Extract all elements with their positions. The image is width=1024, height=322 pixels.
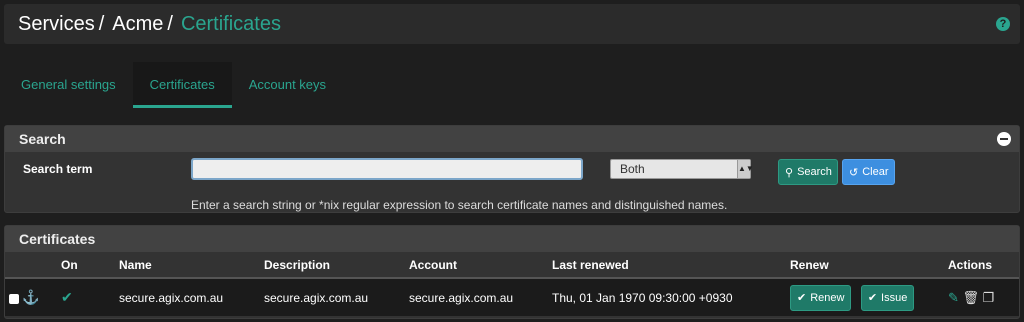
renew-button-label: Renew xyxy=(810,291,845,304)
cell-last-renewed: Thu, 01 Jan 1970 09:30:00 +0930 xyxy=(548,278,786,316)
search-icon: ⚲ xyxy=(785,166,794,179)
edit-icon[interactable]: ✎ xyxy=(948,290,959,305)
cell-name: secure.agix.com.au xyxy=(115,278,260,316)
col-account: Account xyxy=(405,252,548,279)
col-name: Name xyxy=(115,252,260,279)
col-renew: Renew xyxy=(786,252,944,279)
renew-button[interactable]: ✔ Renew xyxy=(790,284,852,311)
tab-account-keys[interactable]: Account keys xyxy=(232,62,343,108)
copy-icon[interactable]: ❐ xyxy=(983,290,995,305)
anchor-icon[interactable]: ⚓ xyxy=(22,289,39,305)
row-checkbox[interactable] xyxy=(9,293,19,304)
delete-icon[interactable]: 🗑 xyxy=(963,290,980,305)
col-actions: Actions xyxy=(944,252,1019,279)
breadcrumb-acme[interactable]: Acme xyxy=(112,13,163,36)
cell-account: secure.agix.com.au xyxy=(405,278,548,316)
breadcrumb: Services / Acme / Certificates ? xyxy=(4,4,1020,44)
search-panel-title: Search xyxy=(19,131,66,147)
tab-bar: General settings Certificates Account ke… xyxy=(4,62,343,108)
search-scope-select[interactable]: Both ▲▼ xyxy=(610,159,754,179)
clear-button-label: Clear xyxy=(862,166,889,178)
certificates-panel-title: Certificates xyxy=(19,231,96,247)
issue-button-label: Issue xyxy=(881,291,908,304)
search-button[interactable]: ⚲ Search xyxy=(778,159,838,185)
clear-button[interactable]: ↺ Clear xyxy=(842,159,895,185)
certificates-panel-heading: Certificates xyxy=(5,226,1019,252)
tab-general-settings[interactable]: General settings xyxy=(4,62,133,108)
certificates-table: On Name Description Account Last renewed… xyxy=(5,252,1019,316)
check-icon: ✔ xyxy=(867,292,878,304)
table-row: ⚓ ✔ secure.agix.com.au secure.agix.com.a… xyxy=(5,278,1019,316)
search-button-label: Search xyxy=(797,166,832,178)
search-input[interactable] xyxy=(191,158,583,180)
tab-certificates[interactable]: Certificates xyxy=(132,62,232,108)
check-icon: ✔ xyxy=(797,292,807,304)
help-icon[interactable]: ? xyxy=(996,17,1010,31)
search-help-text: Enter a search string or *nix regular ex… xyxy=(191,198,728,212)
col-description: Description xyxy=(260,252,405,279)
cell-description: secure.agix.com.au xyxy=(260,278,405,316)
breadcrumb-services[interactable]: Services xyxy=(18,13,95,36)
search-term-label: Search term xyxy=(23,162,93,176)
collapse-icon[interactable] xyxy=(997,132,1011,146)
search-panel: Search Search term Both ▲▼ ⚲ Search ↺ Cl… xyxy=(4,125,1020,213)
undo-icon: ↺ xyxy=(849,166,859,179)
breadcrumb-certificates[interactable]: Certificates xyxy=(181,13,281,36)
search-panel-heading: Search xyxy=(5,126,1019,152)
search-scope-value: Both xyxy=(620,162,645,176)
col-on: On xyxy=(57,252,115,279)
dropdown-arrow-icon: ▲▼ xyxy=(737,160,754,178)
issue-button[interactable]: ✔ Issue xyxy=(860,284,915,311)
enabled-check-icon[interactable]: ✔ xyxy=(61,289,73,305)
col-last-renewed: Last renewed xyxy=(548,252,786,279)
certificates-panel: Certificates On Name Description Account… xyxy=(4,225,1020,319)
